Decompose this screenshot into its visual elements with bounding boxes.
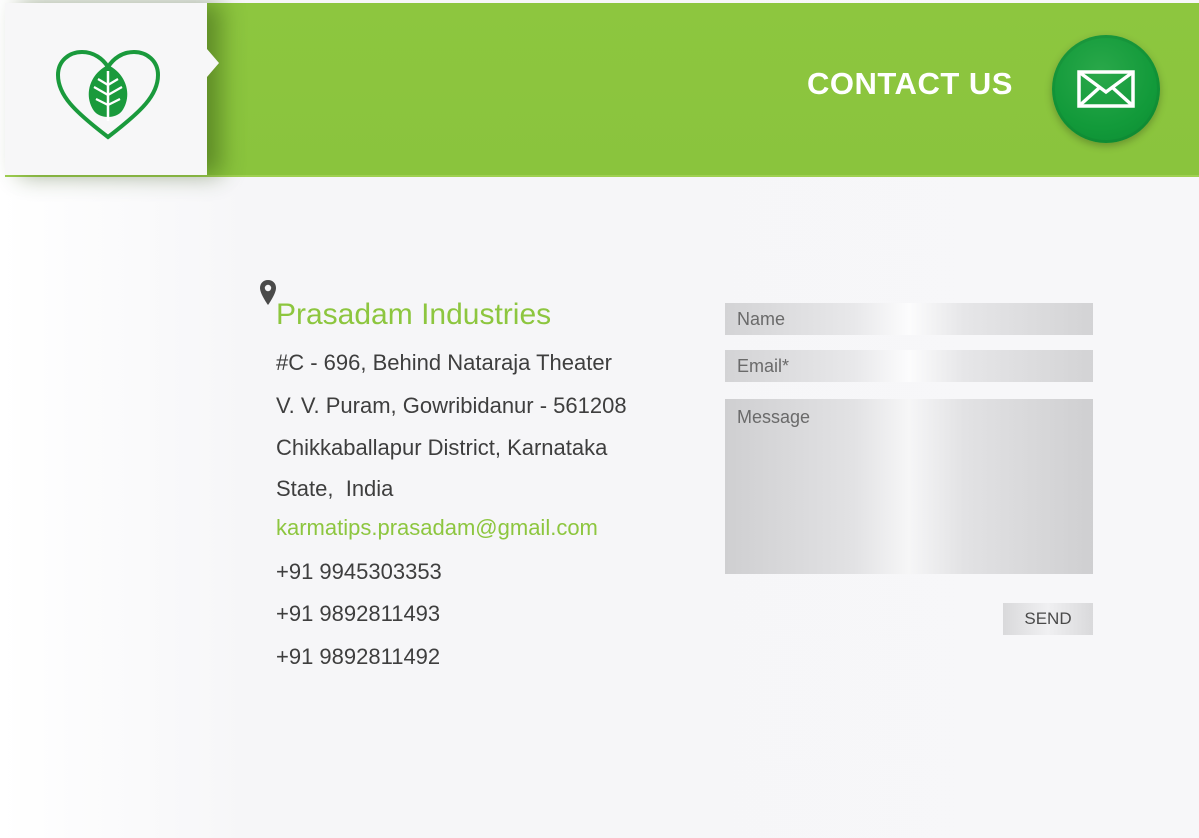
phone-number-1: +91 9945303353 bbox=[276, 559, 442, 584]
mail-badge[interactable] bbox=[1052, 35, 1160, 143]
envelope-icon bbox=[1077, 70, 1135, 108]
address-line-2: V. V. Puram, Gowribidanur - 561208 bbox=[276, 393, 627, 418]
send-button[interactable]: SEND bbox=[1003, 603, 1093, 635]
map-pin-icon bbox=[260, 280, 276, 305]
email-link[interactable]: karmatips.prasadam@gmail.com bbox=[276, 515, 598, 541]
name-input[interactable] bbox=[725, 303, 1093, 335]
phone-number-3: +91 9892811492 bbox=[276, 644, 441, 669]
heart-leaf-icon bbox=[55, 49, 161, 140]
page-title: CONTACT US bbox=[807, 66, 1013, 101]
address-line-1: #C - 696, Behind Nataraja Theater bbox=[276, 350, 612, 375]
email-input[interactable] bbox=[725, 350, 1093, 382]
message-textarea[interactable] bbox=[725, 399, 1093, 574]
logo-panel bbox=[5, 3, 219, 175]
address-line-4: State, India bbox=[276, 476, 394, 501]
phone-number-2: +91 9892811493 bbox=[276, 601, 441, 626]
logo-panel-notch bbox=[207, 49, 219, 77]
address-line-3: Chikkaballapur District, Karnataka bbox=[276, 435, 608, 460]
company-name: Prasadam Industries bbox=[276, 298, 552, 331]
